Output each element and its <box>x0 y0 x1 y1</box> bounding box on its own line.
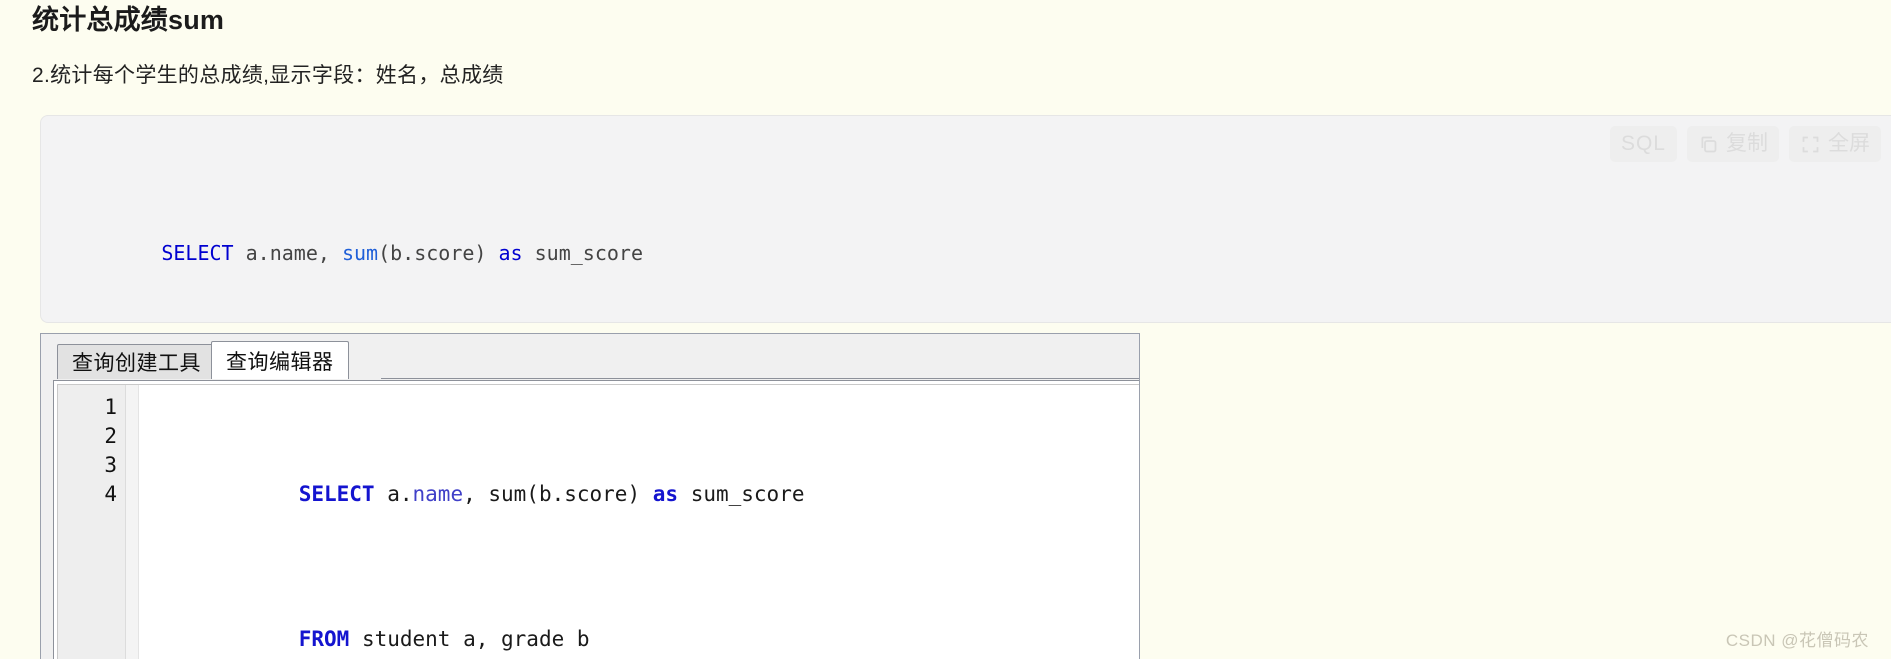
fullscreen-label: 全屏 <box>1828 132 1870 155</box>
tab-query-builder[interactable]: 查询创建工具 <box>57 344 216 379</box>
sql-keyword: as <box>652 482 679 506</box>
fullscreen-button[interactable]: 全屏 <box>1789 126 1881 162</box>
sql-keyword: FROM <box>298 627 350 651</box>
code-text: student a, grade b <box>349 627 590 651</box>
line-number: 3 <box>104 453 117 477</box>
question-text: 2.统计每个学生的总成绩,显示字段：姓名，总成绩 <box>32 64 504 87</box>
code-text: sum_score <box>522 241 644 265</box>
editor-line-number-gutter: 1 2 3 4 <box>58 385 126 659</box>
code-block-toolbar: SQL 复制 全屏 <box>1609 126 1881 162</box>
fullscreen-icon <box>1800 134 1821 155</box>
code-text: a. <box>374 482 413 506</box>
copy-code-button[interactable]: 复制 <box>1687 126 1779 162</box>
tab-bar: 查询创建工具 查询编辑器 <box>41 334 1139 379</box>
line-number: 1 <box>104 395 117 419</box>
line-number: 2 <box>104 424 117 448</box>
sql-keyword: SELECT <box>161 241 234 265</box>
sql-function: sum <box>341 241 379 265</box>
editor-line: FROM student a, grade b <box>147 596 1139 659</box>
line-number: 4 <box>104 482 117 506</box>
sql-editor-inner[interactable]: 1 2 3 4 SELECT a.name, sum(b.score) as s… <box>57 384 1139 659</box>
code-text: sum_score <box>678 482 805 506</box>
code-block: SQL 复制 全屏 SELECT a.name, sum(b.score) as… <box>40 115 1891 323</box>
editor-line: SELECT a.name, sum(b.score) as sum_score <box>147 451 1139 538</box>
tab-bar-underline <box>381 378 1139 379</box>
sql-identifier: name <box>412 482 464 506</box>
sql-keyword: as <box>498 241 523 265</box>
embedded-screenshot: 查询创建工具 查询编辑器 1 2 3 4 SELECT a.name, sum(… <box>40 333 1140 659</box>
copy-code-label: 复制 <box>1726 132 1768 155</box>
sql-keyword: SELECT <box>298 482 375 506</box>
code-text: (b.score) <box>378 241 499 265</box>
sql-editor-panel[interactable]: 1 2 3 4 SELECT a.name, sum(b.score) as s… <box>53 380 1139 659</box>
article-page: 统计总成绩sum 2.统计每个学生的总成绩,显示字段：姓名，总成绩 SQL 复制 <box>0 0 1891 659</box>
code-line: SELECT a.name, sum(b.score) as sum_score <box>65 204 1891 303</box>
editor-fold-strip <box>126 385 139 659</box>
sql-editor-text[interactable]: SELECT a.name, sum(b.score) as sum_score… <box>139 385 1139 659</box>
code-language-label: SQL <box>1609 126 1677 162</box>
tab-query-editor[interactable]: 查询编辑器 <box>211 341 349 379</box>
csdn-watermark: CSDN @花僧码农 <box>1725 631 1869 650</box>
copy-icon <box>1698 134 1719 155</box>
code-text: , sum(b.score) <box>463 482 653 506</box>
code-text: a.name, <box>233 241 342 265</box>
page-title: 统计总成绩sum <box>32 5 225 35</box>
